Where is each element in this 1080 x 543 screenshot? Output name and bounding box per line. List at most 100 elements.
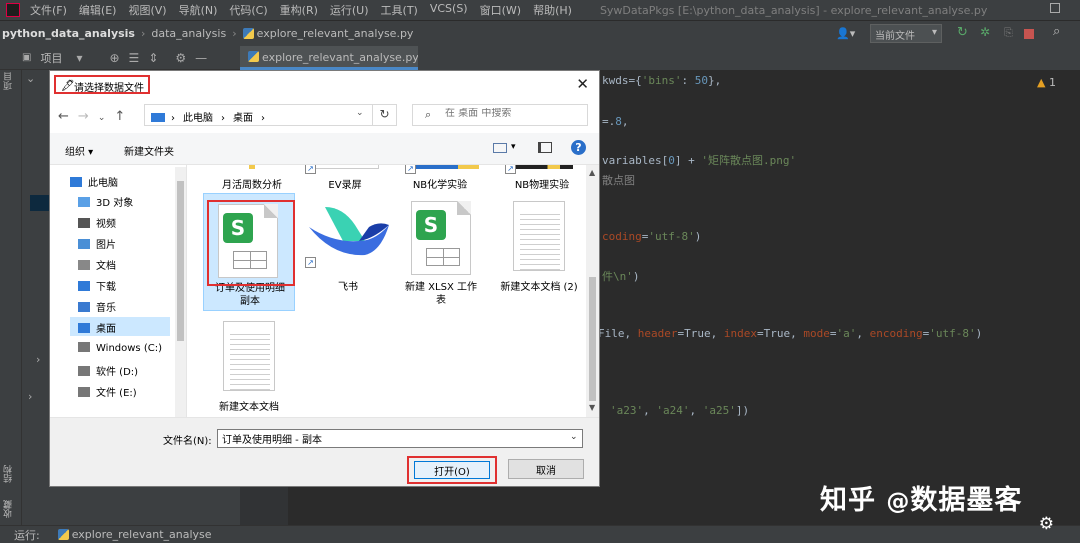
collapse-all-icon[interactable]: ⇕ [148, 51, 158, 65]
locate-icon[interactable]: ⊕ [109, 51, 119, 65]
code-token: ) [975, 327, 983, 340]
file-thumb-icon [309, 165, 379, 169]
file-item[interactable]: ↗ 飞书 [303, 193, 393, 311]
nav-item[interactable]: 此电脑 [70, 171, 118, 190]
menu-item[interactable]: 编辑(E) [79, 2, 117, 18]
menu-item[interactable]: 运行(U) [330, 2, 369, 18]
menu-item[interactable]: 代码(C) [229, 2, 267, 18]
recent-dropdown-icon[interactable]: ⌄ [98, 113, 115, 123]
run-config-select[interactable]: 当前文件 [870, 24, 942, 43]
file-thumb-icon [409, 165, 479, 169]
new-folder-button[interactable]: 新建文件夹 [124, 143, 174, 158]
menu-item[interactable]: 帮助(H) [533, 2, 572, 18]
breadcrumb-file[interactable]: explore_relevant_analyse.py [257, 27, 414, 40]
up-icon[interactable]: ↑ [114, 109, 134, 124]
editor-tab-label: explore_relevant_analyse.py [262, 51, 419, 64]
stop-icon[interactable] [1024, 29, 1034, 39]
cancel-button[interactable]: 取消 [508, 459, 584, 479]
view-dropdown-icon[interactable]: ▾ [511, 142, 516, 152]
menu-item[interactable]: 重构(R) [280, 2, 318, 18]
nav-item[interactable]: 桌面 [70, 317, 170, 336]
filename-dropdown-icon[interactable]: ⌄ [570, 432, 578, 442]
file-item[interactable]: ↗ EV录屏 [305, 165, 385, 191]
preview-pane-icon[interactable] [538, 142, 552, 153]
search-input[interactable] [445, 108, 583, 119]
file-item[interactable]: ↗ NB物理实验 [497, 165, 587, 191]
left-strip-label-structure[interactable]: 结构 [2, 465, 15, 483]
tree-expand-icon[interactable]: ⌄ [26, 72, 35, 85]
run-icon[interactable]: ↻ [957, 25, 969, 40]
menu-item[interactable]: 视图(V) [128, 2, 166, 18]
project-panel-title[interactable]: 项目 [40, 50, 62, 66]
code-line: kwds={'bins': 50}, [602, 74, 721, 87]
view-mode-icon[interactable] [493, 143, 507, 153]
organize-button[interactable]: 组织 ▾ [65, 143, 93, 158]
file-item[interactable]: ↗ NB化学实验 [395, 165, 485, 191]
tree-expand-icon[interactable]: › [36, 353, 40, 366]
refresh-icon[interactable]: ↻ [372, 104, 396, 126]
breadcrumb-folder[interactable]: data_analysis [151, 27, 226, 40]
menu-item[interactable]: VCS(S) [430, 2, 468, 18]
scroll-up-icon[interactable]: ▲ [589, 168, 595, 177]
file-item[interactable]: 新建文本文档 [203, 317, 295, 417]
close-icon[interactable]: ✕ [576, 75, 589, 93]
editor-tab-strip [418, 46, 1080, 70]
code-token: 件\n' [602, 270, 633, 283]
file-item[interactable]: 新建文本文档 (2) [489, 193, 589, 311]
address-crumb-desktop[interactable]: 桌面 [233, 113, 253, 124]
run-label: 运行: [14, 528, 40, 542]
code-token: , [621, 115, 629, 128]
help-icon[interactable]: ? [571, 140, 586, 155]
tree-expand-icon[interactable]: › [28, 390, 32, 403]
left-strip-label-project[interactable]: 项目 [2, 72, 15, 90]
file-label: 新建文本文档 [219, 402, 279, 413]
menu-item[interactable]: 工具(T) [381, 2, 418, 18]
navigation-scroll-thumb[interactable] [177, 181, 184, 341]
settings-gear-icon[interactable]: ⚙ [1039, 514, 1054, 534]
breadcrumb-project[interactable]: python_data_analysis [2, 27, 135, 40]
nav-item-label: 3D 对象 [96, 198, 134, 209]
navigation-scrollbar[interactable] [175, 167, 186, 417]
menu-item[interactable]: 导航(N) [179, 2, 218, 18]
left-strip-label-favorites[interactable]: 收藏 [2, 500, 15, 518]
nav-item[interactable]: 图片 [78, 233, 116, 252]
gear-icon[interactable]: ⚙ [175, 51, 186, 65]
highlight-box [207, 200, 295, 286]
file-item[interactable]: 月活周数分析 [209, 165, 295, 191]
nav-item[interactable]: 文档 [78, 254, 116, 273]
address-dropdown-icon[interactable]: ⌄ [356, 108, 364, 118]
code-token: =. [602, 115, 616, 128]
file-label: 新建 XLSX 工作 表 [405, 282, 477, 306]
run-config-name[interactable]: explore_relevant_analyse [72, 528, 212, 541]
open-button[interactable]: 打开(O) [414, 461, 490, 479]
menu-item[interactable]: 文件(F) [30, 2, 67, 18]
file-list-scroll-thumb[interactable] [589, 277, 596, 401]
nav-item[interactable]: 3D 对象 [78, 191, 133, 210]
file-list-scrollbar[interactable]: ▲ ▼ [586, 165, 599, 417]
file-item[interactable]: S 新建 XLSX 工作 表 [395, 193, 487, 311]
forward-icon[interactable]: → [78, 109, 98, 124]
expand-all-icon[interactable]: ☰ [129, 51, 140, 65]
dropdown-icon[interactable]: ▾ [76, 51, 82, 65]
restore-window-icon[interactable] [1050, 3, 1060, 13]
hide-icon[interactable]: — [195, 51, 207, 65]
project-toolwindow-header: ▣ 项目 ▾ ⊕ ☰ ⇕ ⚙ — [0, 46, 240, 70]
search-everywhere-icon[interactable]: ⌕ [1053, 24, 1065, 39]
nav-item[interactable]: 音乐 [78, 296, 116, 315]
nav-item[interactable]: 视频 [78, 212, 116, 231]
user-icon[interactable]: 👤▾ [836, 27, 855, 40]
nav-item[interactable]: 文件 (E:) [78, 381, 137, 400]
menu-item[interactable]: 窗口(W) [480, 2, 521, 18]
editor-tab[interactable]: explore_relevant_analyse.py [240, 46, 419, 70]
debug-icon[interactable]: ✲ [980, 25, 992, 39]
back-icon[interactable]: ← [58, 109, 78, 124]
scroll-down-icon[interactable]: ▼ [589, 403, 595, 412]
coverage-icon[interactable]: ⎘ [1004, 26, 1016, 39]
nav-item[interactable]: 下载 [78, 275, 116, 294]
nav-item[interactable]: 软件 (D:) [78, 360, 138, 379]
filename-input[interactable] [217, 429, 583, 448]
nav-item[interactable]: Windows (C:) [78, 339, 162, 358]
address-crumb-pc[interactable]: 此电脑 [183, 113, 213, 124]
code-token: '矩阵散点图.png' [701, 154, 797, 167]
warning-indicator[interactable]: ▲ 1 [1037, 76, 1056, 89]
